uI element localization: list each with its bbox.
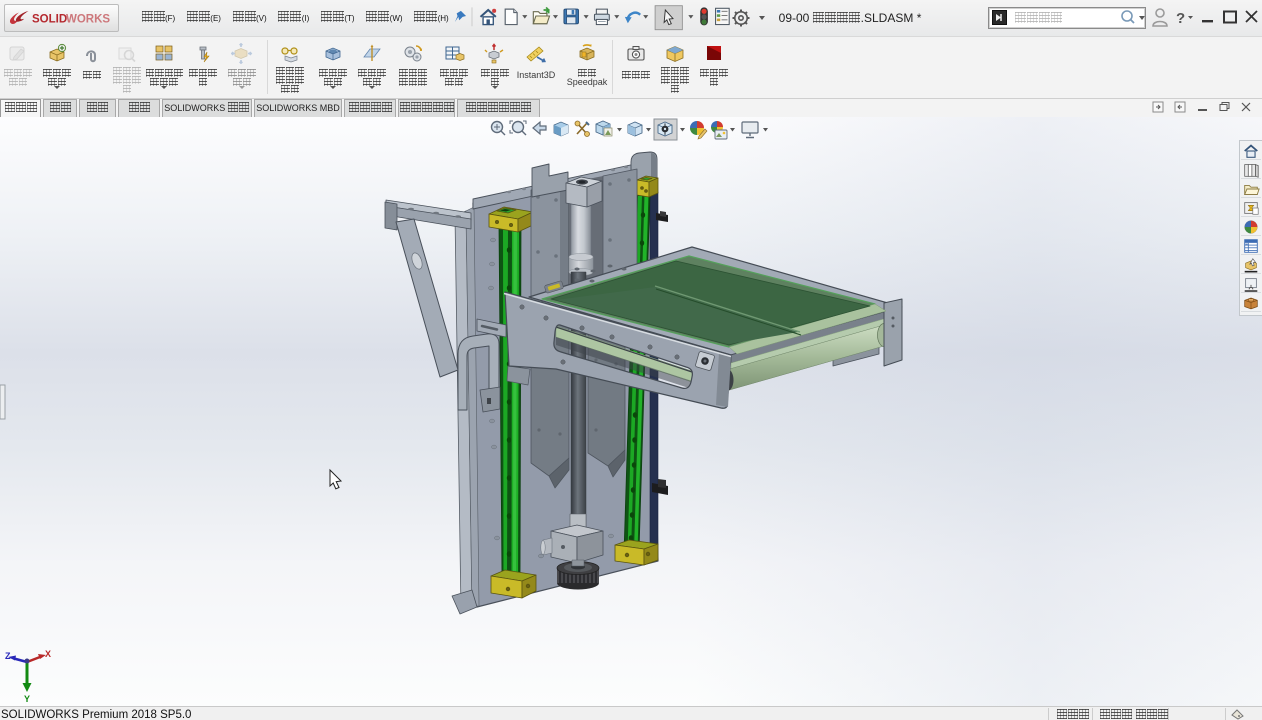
svg-text:Z: Z <box>5 651 11 661</box>
svg-text:X: X <box>45 649 51 659</box>
svg-text:WORKS: WORKS <box>66 14 110 26</box>
svg-text:SOLID: SOLID <box>32 14 67 26</box>
svg-text:?: ? <box>1176 10 1185 27</box>
svg-text:Y: Y <box>24 694 30 704</box>
